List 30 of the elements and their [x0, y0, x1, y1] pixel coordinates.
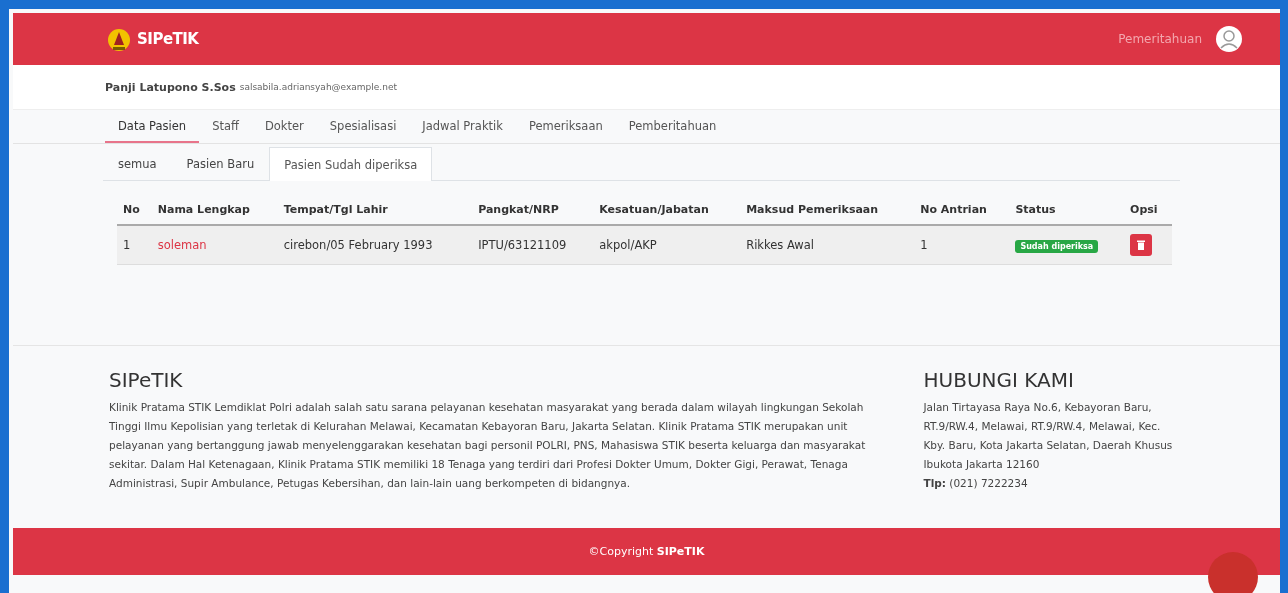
trash-icon: [1137, 240, 1146, 250]
table-cell: Rikkes Awal: [740, 225, 915, 265]
avatar-icon[interactable]: [1216, 26, 1242, 52]
phone-text: Tlp: (021) 7222234: [923, 476, 1029, 491]
delete-button[interactable]: [1130, 234, 1153, 256]
filter-tab[interactable]: Pasien Baru: [171, 147, 270, 180]
table-cell: 1: [914, 225, 1010, 265]
status-badge: Sudah diperiksa: [1015, 240, 1099, 253]
patient-name-link[interactable]: soleman: [151, 225, 278, 265]
about-text: Klinik Pratama STIK Lemdiklat Polri adalah salah satu sarana pelayanan kesehatan masyarakat yang berada dalam wilayah lingkungan Sekolah Tinggi Ilmu Kepolisian yang terletak di Kelurahan Melawai, Kecamatan Kebayoran Baru, Jakarta Selatan. Klinik Pratama STIK merupakan unit pelayanan yang bertanggung jawab menyelenggarakan kesehatan bagi personil POLRI, PNS, Mahasiswa STIK beserta keluarga dan masyarakat sekitar. Dalam Hal Ketenagaan, Klinik Pratama STIK memiliki 18 Tenaga yang terdiri dari Profesi Dokter Umum, Dokter Gigi, Perawat, Tenaga Administrasi, Supir Ambulance, Petugas Kebersihan, dan lain-lain uang berkompeten di bidangnya.: [109, 400, 867, 491]
copyright-text: ©Copyright SIPeTIK: [588, 545, 705, 558]
nav-tab[interactable]: Spesialisasi: [316, 110, 410, 143]
user-name: Panji Latupono S.Sos: [105, 80, 236, 94]
nav-tab[interactable]: Pemberitahuan: [615, 110, 730, 143]
filter-tab[interactable]: semua: [103, 147, 172, 180]
table-cell: akpol/AKP: [593, 225, 741, 265]
table-cell: 1: [117, 225, 152, 265]
nav-tab[interactable]: Pemeriksaan: [515, 110, 616, 143]
filter-tab[interactable]: Pasien Sudah diperiksa: [269, 147, 433, 181]
table-cell: cirebon/05 February 1993: [277, 225, 473, 265]
nav-tab[interactable]: Dokter: [251, 110, 317, 143]
contact-title: HUBUNGI KAMI: [923, 368, 1075, 392]
table-cell: IPTU/63121109: [472, 225, 594, 265]
nav-tab[interactable]: Jadwal Praktik: [409, 110, 516, 143]
user-email: salsabila.adriansyah@example.net: [239, 82, 397, 92]
address-text: Jalan Tirtayasa Raya No.6, Kebayoran Baru, RT.9/RW.4, Melawai, RT.9/RW.4, Melawai, Kec. Kby. Baru, Kota Jakarta Selatan, Daerah Khusus Ibukota Jakarta 12160: [923, 400, 1174, 472]
footer-title: SIPeTIK: [109, 368, 184, 392]
brand-name[interactable]: SIPeTIK: [137, 30, 199, 48]
nav-tab[interactable]: Staff: [199, 110, 252, 143]
nav-tab[interactable]: Data Pasien: [105, 110, 200, 143]
